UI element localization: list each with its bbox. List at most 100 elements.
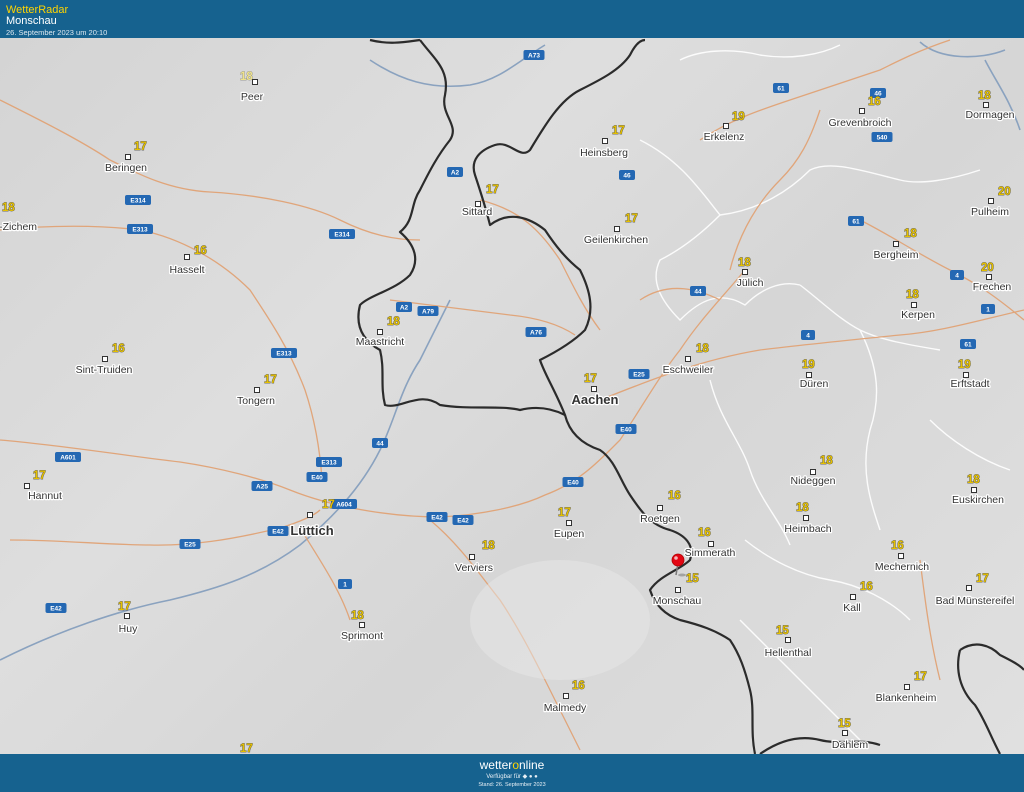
- city-sint-truiden: 16 Sint-Truiden: [74, 343, 133, 378]
- weather-map[interactable]: A73 46 61 540 A2 46 E314 E313 E314 61 4 A2 A79 44 A76 1…: [0, 38, 1024, 754]
- city-dot: [254, 387, 260, 393]
- road-badge: E25: [179, 539, 201, 549]
- svg-text:E313: E313: [276, 351, 292, 358]
- city-dot: [591, 386, 597, 392]
- city-dot: [911, 302, 917, 308]
- city-temperature: 18: [387, 316, 400, 328]
- city-monschau: 15 Monschau: [652, 573, 703, 609]
- svg-text:46: 46: [623, 173, 631, 180]
- map-canvas[interactable]: A734661540A2 46E314E313E314614A2A7944A761…: [0, 38, 1024, 754]
- city-bergheim: 18 Bergheim: [872, 228, 920, 263]
- city-name: Jülich: [737, 277, 764, 289]
- city-temperature: 15: [776, 625, 789, 637]
- svg-text:540: 540: [877, 135, 888, 142]
- road-badge: 1: [981, 304, 995, 314]
- city-name: Tongern: [237, 395, 275, 407]
- city-erkelenz: 19 Erkelenz: [702, 111, 745, 145]
- city-name: Kerpen: [901, 309, 935, 321]
- city-temperature: 17: [264, 374, 277, 386]
- city-name: Nideggen: [791, 475, 836, 487]
- svg-text:E42: E42: [457, 518, 469, 525]
- city-temperature: 16: [112, 343, 125, 355]
- city-name: Verviers: [455, 562, 493, 574]
- city-verviers: 18 Verviers: [454, 540, 496, 576]
- city-erftstadt: 19 Erftstadt: [949, 359, 991, 392]
- city-dot: [963, 372, 969, 378]
- app-footer: wetteronline Verfügbar für ◆ ● ● Stand: …: [0, 754, 1024, 792]
- svg-text:4: 4: [806, 333, 810, 340]
- road-badge: E42: [267, 526, 289, 536]
- city-dahlem: 15 Dahlem: [831, 718, 870, 753]
- city-temperature: 17: [625, 213, 638, 225]
- city-name: Eupen: [554, 528, 585, 540]
- svg-text:61: 61: [777, 86, 785, 93]
- svg-text:E40: E40: [311, 475, 323, 482]
- city-name: Lüttich: [290, 523, 333, 538]
- city-name: Sittard: [462, 206, 493, 218]
- city-temperature: 18: [351, 610, 364, 622]
- city-name: Huy: [119, 623, 138, 635]
- city-dot: [983, 102, 989, 108]
- road-badge: E42: [45, 603, 67, 613]
- road-badge: E42: [452, 515, 474, 525]
- city-name: Düren: [800, 378, 829, 390]
- city-dot: [842, 730, 848, 736]
- city-dot: [566, 520, 572, 526]
- city-dot: [602, 138, 608, 144]
- city-temperature: 15: [838, 718, 851, 730]
- location-title: Monschau: [6, 15, 57, 27]
- city-hellenthal: 15 Hellenthal: [763, 625, 812, 661]
- svg-text:44: 44: [376, 441, 384, 448]
- svg-text:E25: E25: [633, 372, 645, 379]
- city-temperature: 18: [796, 502, 809, 514]
- city-unnamed: 17: [240, 743, 254, 754]
- city-malmedy: 16 Malmedy: [542, 680, 588, 716]
- city-temperature: 18: [978, 90, 991, 102]
- road-badge: 4: [950, 270, 964, 280]
- road-badge: E314: [329, 229, 355, 239]
- city-temperature: 17: [240, 743, 253, 754]
- svg-text:61: 61: [964, 342, 972, 349]
- svg-text:A79: A79: [422, 309, 434, 316]
- city-dot: [898, 553, 904, 559]
- city-name: Geilenkirchen: [584, 234, 648, 246]
- city-name: Hasselt: [169, 264, 204, 276]
- city-name: Maastricht: [356, 336, 405, 348]
- city-temperature: 18: [240, 71, 253, 83]
- city-dot: [675, 587, 681, 593]
- city-dot: [307, 512, 313, 518]
- location-pin-icon[interactable]: [671, 553, 685, 567]
- road-badge: E42: [426, 512, 448, 522]
- city-temperature: 16: [891, 540, 904, 552]
- road-badge: 44: [690, 286, 706, 296]
- svg-text:A601: A601: [60, 455, 76, 462]
- road-badge: 61: [848, 216, 864, 226]
- city-j-lich: 18 Jülich: [735, 257, 765, 291]
- city-dot: [986, 274, 992, 280]
- city-temperature: 16: [860, 581, 873, 593]
- city-name: Eschweiler: [663, 364, 714, 376]
- city-temperature: 17: [612, 125, 625, 137]
- city-temperature: 17: [134, 141, 147, 153]
- city-geilenkirchen: 17 Geilenkirchen: [583, 213, 650, 248]
- city-hasselt: 16 Hasselt: [168, 245, 207, 278]
- city-dot: [988, 198, 994, 204]
- city-name: Bad Münstereifel: [936, 595, 1015, 607]
- wetteronline-logo[interactable]: wetteronline: [0, 758, 1024, 772]
- city-dot: [24, 483, 30, 489]
- svg-text:A2: A2: [451, 170, 460, 177]
- city-dot: [708, 541, 714, 547]
- road-badge: 46: [619, 170, 635, 180]
- road-badge: 44: [372, 438, 388, 448]
- city-temperature: 17: [486, 184, 499, 196]
- city-temperature: 16: [668, 490, 681, 502]
- city-name: Bergheim: [874, 249, 919, 261]
- city-name: Heimbach: [784, 523, 831, 535]
- city-nideggen: 18 Nideggen: [789, 455, 837, 489]
- city-name: Sprimont: [341, 630, 383, 642]
- road-badge: 4: [801, 330, 815, 340]
- city-tongern: 17 Tongern: [236, 374, 277, 409]
- city-eschweiler: 18 Eschweiler: [661, 343, 715, 378]
- city-temperature: 17: [976, 573, 989, 585]
- svg-text:1: 1: [986, 307, 990, 314]
